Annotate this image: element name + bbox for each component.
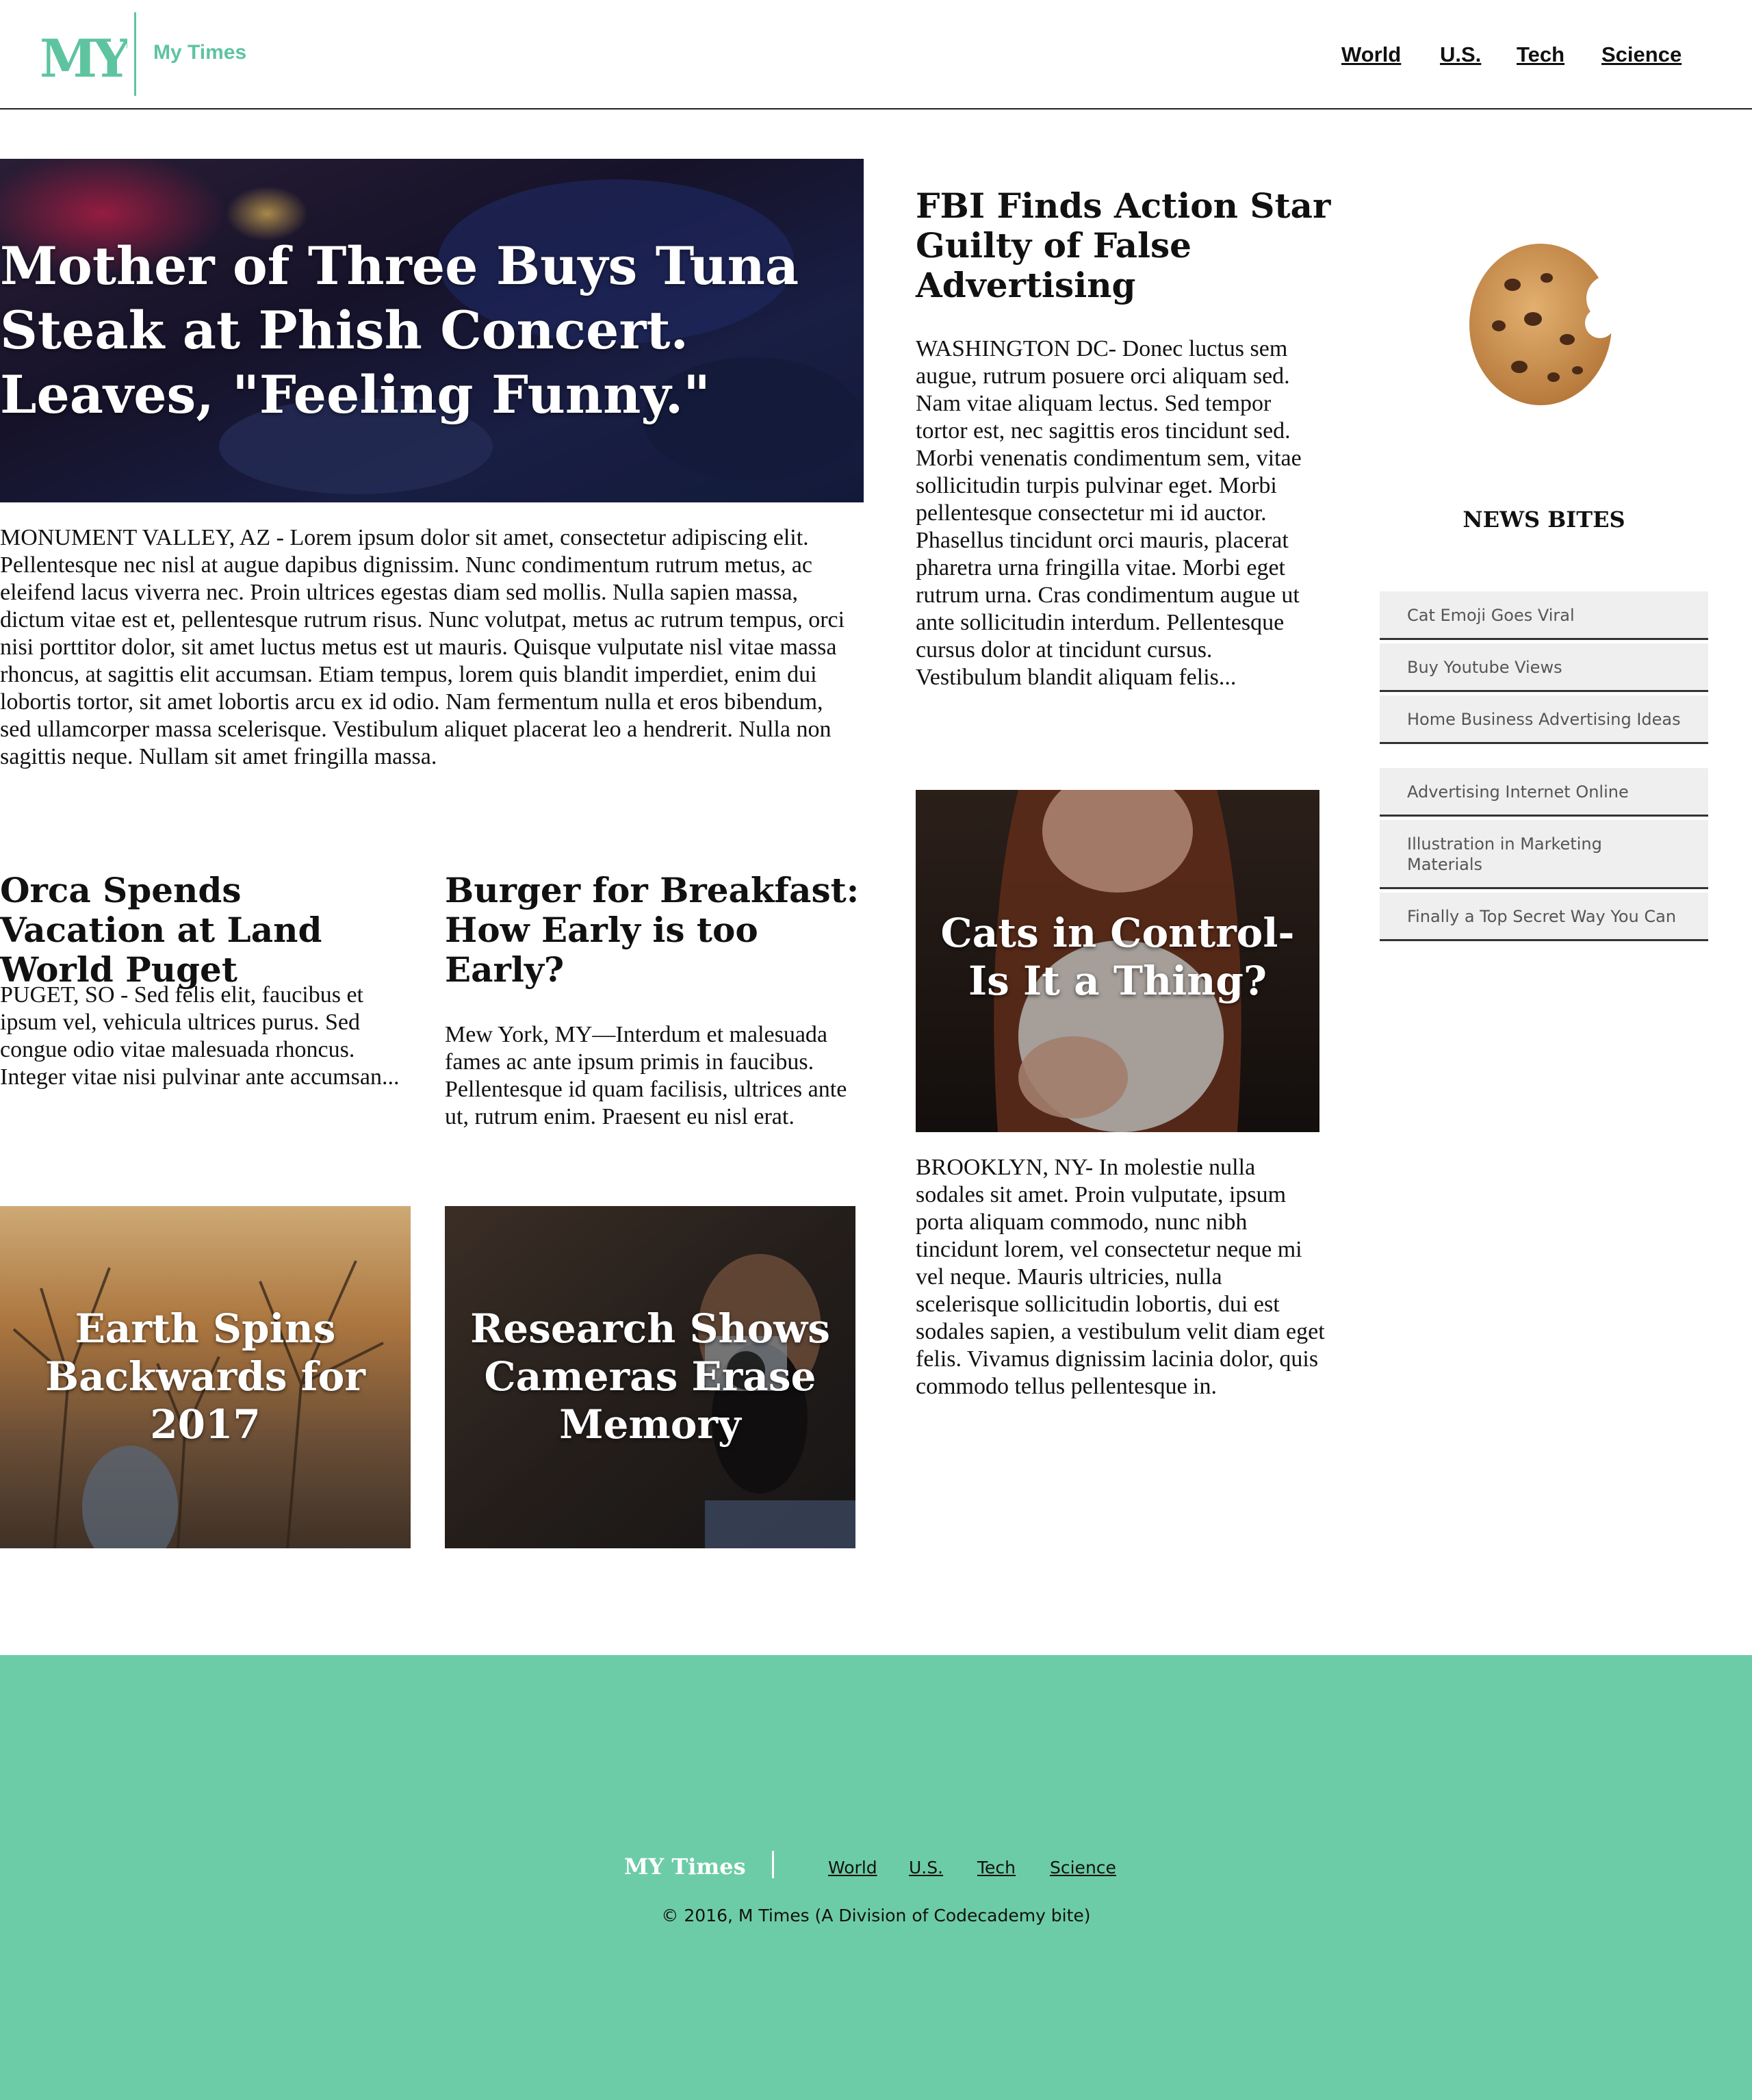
footer-logo[interactable]: MY Times (624, 1854, 746, 1880)
news-bites-title: NEWS BITES (1463, 507, 1625, 533)
nav-link-world[interactable]: World (1341, 42, 1401, 67)
news-bite-item[interactable]: Buy Youtube Views (1380, 643, 1708, 692)
earth-tile[interactable]: Earth Spins Backwards for 2017 (0, 1206, 411, 1548)
burger-headline[interactable]: Burger for Breakfast: How Early is too E… (445, 871, 869, 990)
cookie-image (1469, 244, 1616, 405)
news-bite-item[interactable]: Cat Emoji Goes Viral (1380, 591, 1708, 640)
site-header (0, 0, 1752, 110)
svg-text:MYT: MYT (40, 28, 127, 85)
news-bite-item[interactable]: Finally a Top Secret Way You Can (1380, 893, 1708, 941)
cats-headline[interactable]: Cats in Control-Is It a Thing? (916, 909, 1319, 1005)
hero-image[interactable]: Mother of Three Buys Tuna Steak at Phish… (0, 159, 864, 502)
nav-link-tech[interactable]: Tech (1517, 42, 1564, 67)
footer-link-world[interactable]: World (828, 1858, 877, 1878)
hero-headline[interactable]: Mother of Three Buys Tuna Steak at Phish… (0, 234, 835, 427)
nav-link-science[interactable]: Science (1601, 42, 1682, 67)
news-bite-item[interactable]: Illustration in Marketing Materials (1380, 820, 1708, 889)
burger-body-text: Mew York, MY—Interdum et malesuada fames… (445, 1022, 847, 1129)
orca-headline[interactable]: Orca Spends Vacation at Land World Puget (0, 871, 411, 990)
copyright-text: © 2016, M Times (A Division of Codecadem… (661, 1906, 1091, 1925)
nav-link-us[interactable]: U.S. (1440, 42, 1481, 67)
earth-headline[interactable]: Earth Spins Backwards for 2017 (0, 1305, 411, 1448)
fbi-body-text: WASHINGTON DC- Donec luctus sem augue, r… (916, 336, 1302, 690)
cats-tile[interactable]: Cats in Control-Is It a Thing? (916, 790, 1319, 1132)
site-logo-mark[interactable]: MYT (40, 27, 127, 85)
footer-link-tech[interactable]: Tech (977, 1858, 1016, 1878)
footer-divider (772, 1851, 774, 1878)
logo-divider (134, 12, 136, 96)
hero-body-text: MONUMENT VALLEY, AZ - Lorem ipsum dolor … (0, 525, 845, 769)
footer-link-science[interactable]: Science (1050, 1858, 1116, 1878)
cats-body-text: BROOKLYN, NY- In molestie nulla sodales … (916, 1155, 1325, 1399)
orca-body-text: PUGET, SO - Sed felis elit, faucibus et … (0, 982, 400, 1090)
news-bite-item[interactable]: Home Business Advertising Ideas (1380, 695, 1708, 744)
fbi-headline[interactable]: FBI Finds Action Star Guilty of False Ad… (916, 186, 1340, 305)
research-headline[interactable]: Research Shows Cameras Erase Memory (445, 1305, 855, 1448)
research-tile[interactable]: Research Shows Cameras Erase Memory (445, 1206, 855, 1548)
site-logo-text[interactable]: My Times (153, 41, 246, 64)
news-bite-item[interactable]: Advertising Internet Online (1380, 768, 1708, 817)
footer-link-us[interactable]: U.S. (909, 1858, 943, 1878)
site-footer (0, 1655, 1752, 2100)
